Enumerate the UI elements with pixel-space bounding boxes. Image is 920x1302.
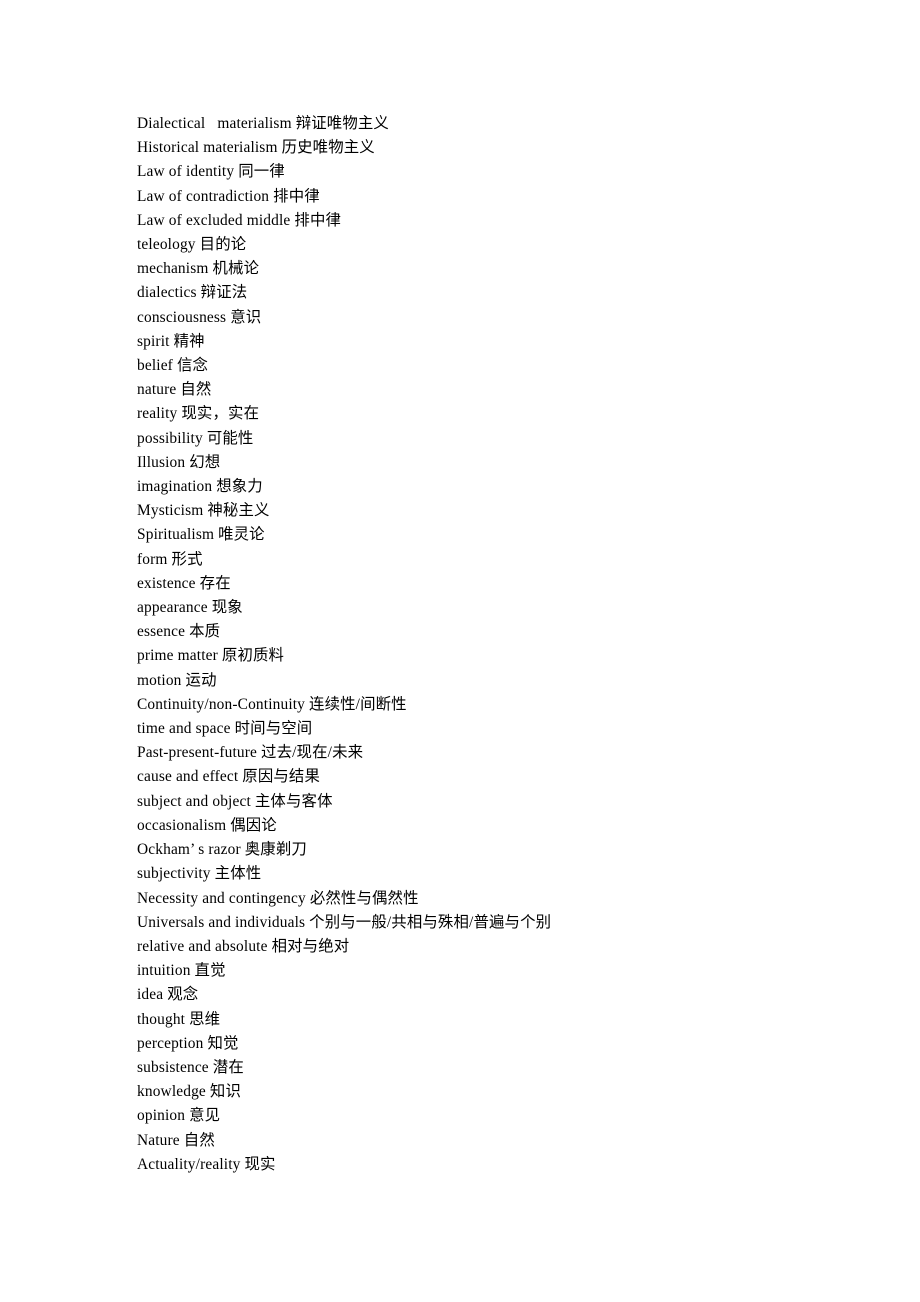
glossary-entry: Past-present-future 过去/现在/未来 [137,744,364,762]
document-page: Dialectical materialism 辩证唯物主义 Historical… [0,0,920,1302]
glossary-entry: prime matter 原初质料 [137,647,285,665]
glossary-entry: perception 知觉 [137,1034,239,1052]
glossary-entry: relative and absolute 相对与绝对 [137,937,350,955]
glossary-entry: motion 运动 [137,671,217,689]
glossary-entry: mechanism 机械论 [137,260,260,278]
glossary-entry: subject and object 主体与客体 [137,792,333,810]
glossary-entry: possibility 可能性 [137,429,254,447]
glossary-entry: Dialectical materialism 辩证唯物主义 [137,115,389,132]
glossary-entry: reality 现实，实在 [137,405,260,423]
glossary-entry: Ockham’ s razor 奥康剃刀 [137,841,307,859]
glossary-entry: Nature 自然 [137,1131,215,1149]
glossary-entry: subjectivity 主体性 [137,865,262,883]
glossary-entry: Actuality/reality 现实 [137,1155,276,1173]
glossary-entry: form 形式 [137,550,203,568]
glossary-entry: time and space 时间与空间 [137,720,313,738]
glossary-entry: occasionalism 偶因论 [137,816,277,834]
glossary-entry: Law of excluded middle 排中律 [137,211,342,229]
glossary-entry: Necessity and contingency 必然性与偶然性 [137,889,419,907]
glossary-entry: imagination 想象力 [137,478,263,496]
glossary-entry: dialectics 辩证法 [137,284,248,302]
glossary-entry: belief 信念 [137,357,209,375]
glossary-entry: appearance 现象 [137,599,243,617]
glossary-entry: opinion 意见 [137,1107,221,1125]
glossary-entry: teleology 目的论 [137,236,247,254]
glossary-entry: spirit 精神 [137,332,205,350]
glossary-entry: Law of contradiction 排中律 [137,187,320,205]
glossary-entry: Law of identity 同一律 [137,163,285,181]
glossary-entry: cause and effect 原因与结果 [137,768,321,786]
glossary-entry: Historical materialism 历史唯物主义 [137,139,375,157]
glossary-entry: idea 观念 [137,986,199,1004]
glossary-term-list: Dialectical materialism 辩证唯物主义 Historical… [137,112,837,1177]
glossary-entry: subsistence 潜在 [137,1058,244,1076]
glossary-entry: intuition 直觉 [137,962,226,980]
glossary-entry: essence 本质 [137,623,221,641]
glossary-entry: Universals and individuals 个别与一般/共相与殊相/普… [137,913,552,931]
glossary-entry: consciousness 意识 [137,308,262,326]
glossary-entry: Continuity/non-Continuity 连续性/间断性 [137,695,407,713]
glossary-entry: Illusion 幻想 [137,453,221,471]
glossary-entry: thought 思维 [137,1010,221,1028]
glossary-entry: Mysticism 神秘主义 [137,502,270,520]
glossary-entry: Spiritualism 唯灵论 [137,526,265,544]
glossary-entry: existence 存在 [137,574,231,592]
glossary-entry: knowledge 知识 [137,1083,242,1101]
glossary-entry: nature 自然 [137,381,212,399]
